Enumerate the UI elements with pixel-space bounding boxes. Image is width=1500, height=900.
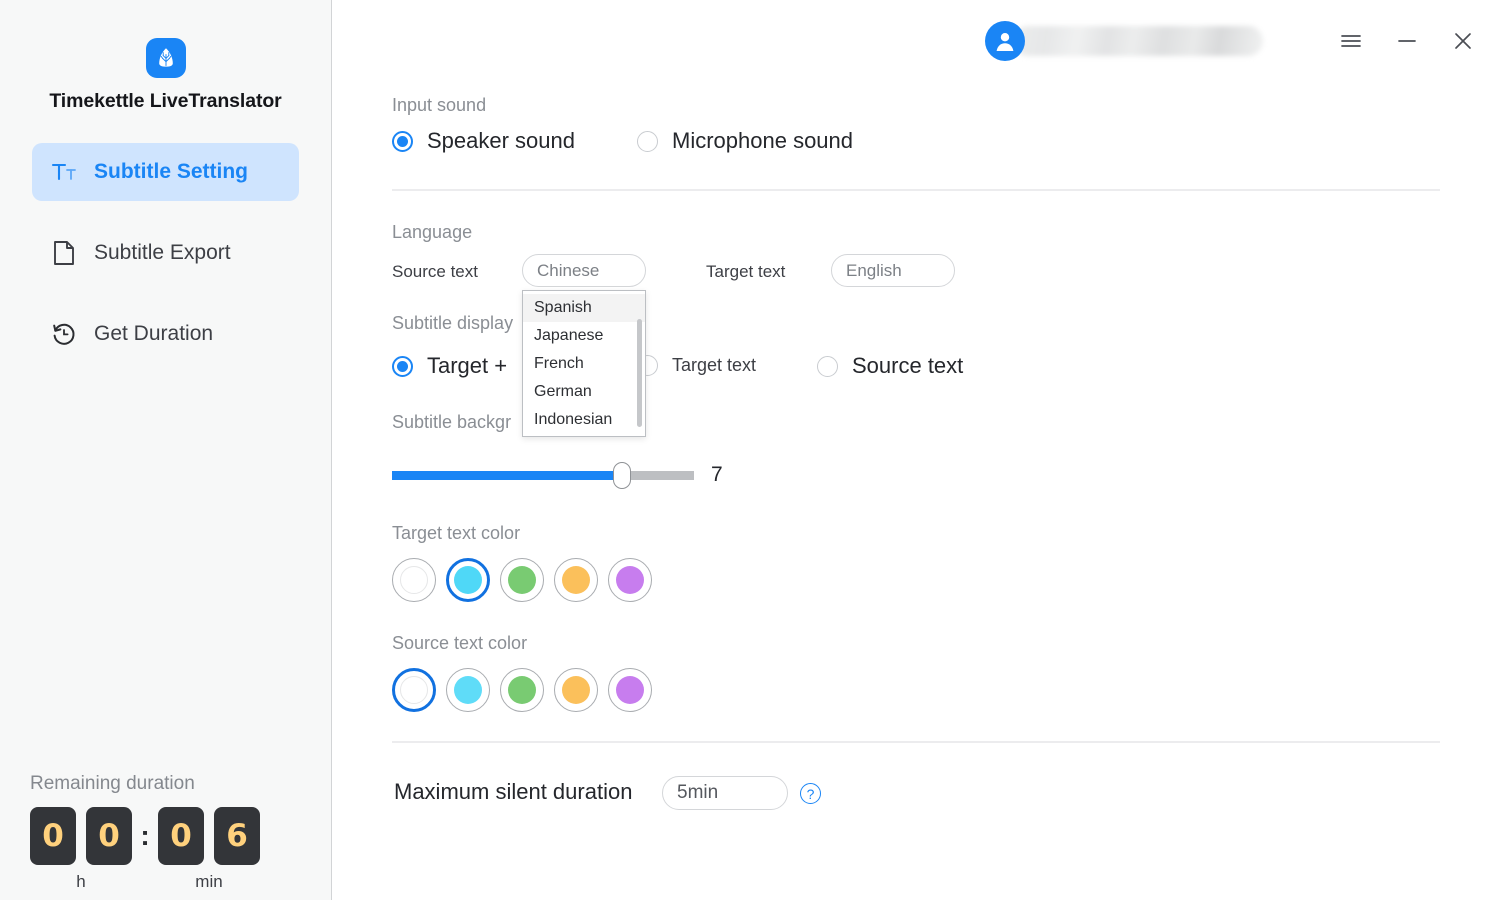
dropdown-option[interactable]: German [523,378,645,406]
duration-unit-spacer [132,872,158,892]
target-text-color-swatches [392,558,652,602]
source-text-color-swatches [392,668,652,712]
help-glyph: ? [806,785,815,802]
sidebar-nav: Subtitle Setting Subtitle Export Get Dur… [0,143,331,363]
divider-bottom [392,741,1440,743]
target-color-swatch[interactable] [608,558,652,602]
target-color-swatch[interactable] [554,558,598,602]
radio-microphone-sound[interactable] [637,130,658,152]
source-color-swatch[interactable] [608,668,652,712]
duration-minute-digit-2: 6 [214,807,260,865]
source-language-dropdown[interactable]: Spanish Japanese French German Indonesia… [522,290,646,437]
target-color-swatch[interactable] [446,558,490,602]
source-color-swatch[interactable] [500,668,544,712]
swatch-dot [562,676,590,704]
swatch-dot [454,566,482,594]
swatch-dot [400,676,428,704]
duration-minutes-unit: min [195,872,223,891]
radio-target-plus-source[interactable] [392,355,413,377]
subtitle-display-option-target[interactable]: Target text [637,355,756,376]
app-window: Timekettle LiveTranslator Subtitle Setti… [0,0,1500,900]
subtitle-display-option-both[interactable]: Target + [392,353,507,379]
swatch-dot [508,566,536,594]
subtitle-background-slider[interactable] [392,462,694,489]
sidebar-item-subtitle-export[interactable]: Subtitle Export [32,224,299,282]
target-color-swatch[interactable] [500,558,544,602]
duration-digits: 0 0 : 0 6 [30,807,310,865]
duration-hours-unit: h [76,872,86,891]
question-mark-icon[interactable]: ? [800,783,821,804]
input-sound-label: Input sound [392,95,487,115]
swatch-dot [616,566,644,594]
target-text-label: Target text [706,262,786,281]
radio-target-plus-source-label: Target + [427,353,508,378]
source-color-swatch[interactable] [554,668,598,712]
clock-refresh-icon [50,320,78,348]
duration-hour-digit-1: 0 [30,807,76,865]
radio-speaker-sound[interactable] [392,130,413,152]
tree-logo-icon [145,38,186,78]
slider-fill [392,471,622,480]
maximum-silent-duration-value: 5min [677,782,719,803]
dropdown-option[interactable]: Japanese [523,322,645,350]
remaining-duration-panel: Remaining duration 0 0 : 0 6 h min [30,773,310,892]
app-title: Timekettle LiveTranslator [49,90,282,112]
dropdown-option[interactable]: Spanish [523,294,645,322]
duration-hour-digit-2: 0 [86,807,132,865]
sidebar-item-label: Subtitle Setting [94,160,248,183]
swatch-dot [562,566,590,594]
radio-microphone-sound-label: Microphone sound [672,128,854,153]
source-color-swatch[interactable] [446,668,490,712]
swatch-dot [508,676,536,704]
source-text-color-label: Source text color [392,633,528,653]
sidebar: Timekettle LiveTranslator Subtitle Setti… [0,0,332,900]
user-avatar-icon[interactable] [985,21,1025,61]
sidebar-item-subtitle-setting[interactable]: Subtitle Setting [32,143,299,201]
swatch-dot [616,676,644,704]
duration-minute-digit-1: 0 [158,807,204,865]
subtitle-display-option-source[interactable]: Source text [817,353,963,379]
sidebar-item-get-duration[interactable]: Get Duration [32,305,299,363]
target-language-select[interactable]: English [831,254,955,287]
radio-source-text[interactable] [817,355,838,377]
text-format-icon [50,158,78,186]
maximum-silent-duration-select[interactable]: 5min [662,776,788,810]
source-text-label: Source text [392,262,478,281]
dropdown-option[interactable]: Indonesian [523,406,645,434]
dropdown-option[interactable]: French [523,350,645,378]
slider-thumb[interactable] [612,462,631,489]
swatch-dot [400,566,428,594]
subtitle-background-slider-row: 7 [392,462,723,489]
source-language-select[interactable]: Chinese [522,254,646,287]
subtitle-background-label: Subtitle backgr [392,412,512,432]
file-export-icon [50,239,78,267]
duration-units: h min [30,872,310,892]
target-language-value: English [846,260,902,280]
input-sound-option-speaker[interactable]: Speaker sound [392,128,575,154]
subtitle-display-label: Subtitle display [392,313,514,333]
remaining-duration-title: Remaining duration [30,773,195,794]
source-color-swatch[interactable] [392,668,436,712]
dropdown-scrollbar[interactable] [637,319,642,427]
divider-top [392,189,1440,191]
radio-speaker-sound-label: Speaker sound [427,128,575,153]
language-label: Language [392,222,473,242]
subtitle-background-value: 7 [711,463,723,486]
duration-separator: : [140,820,150,851]
radio-source-text-label: Source text [852,353,964,378]
main-panel: Input sound Speaker sound Microphone sou… [332,0,1500,900]
app-brand: Timekettle LiveTranslator [0,0,331,113]
sidebar-item-label: Get Duration [94,322,214,345]
maximum-silent-duration-label: Maximum silent duration [394,779,633,804]
target-text-color-label: Target text color [392,523,521,543]
source-language-value: Chinese [537,260,600,280]
sidebar-item-label: Subtitle Export [94,241,231,264]
target-color-swatch[interactable] [392,558,436,602]
settings-content: Input sound Speaker sound Microphone sou… [332,0,1500,900]
input-sound-option-microphone[interactable]: Microphone sound [637,128,853,154]
radio-target-text-label: Target text [672,355,757,375]
swatch-dot [454,676,482,704]
